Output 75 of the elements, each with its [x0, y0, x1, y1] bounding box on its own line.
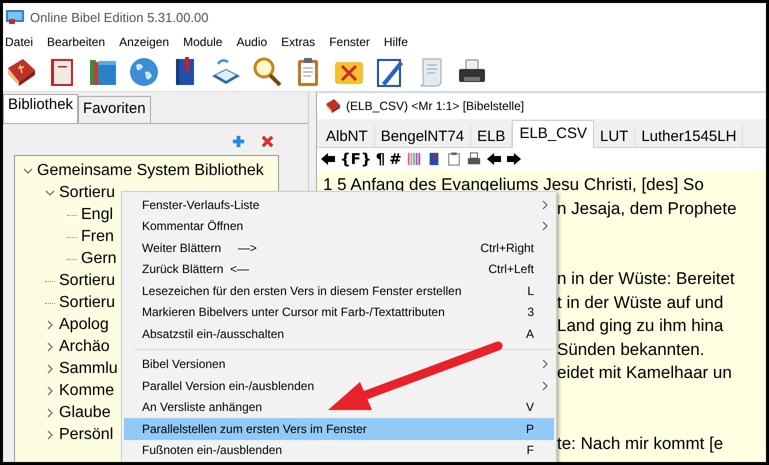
pane-title: (ELB_CSV) <Mr 1:1> [Bibelstelle]	[346, 99, 524, 113]
chevron-right-icon[interactable]	[45, 408, 55, 418]
chevron-right-icon[interactable]	[45, 430, 55, 440]
menu-item[interactable]: Hilfe	[382, 35, 416, 49]
context-menu-item[interactable]: Parallelstellen zum ersten Vers im Fenster P	[124, 418, 554, 440]
globe-icon[interactable]	[128, 56, 160, 88]
tree-item[interactable]: Apolog	[59, 316, 109, 334]
context-menu-item[interactable]: Weiter Blättern —> Ctrl+Right	[124, 237, 554, 258]
version-tab[interactable]: Luther1545LH	[635, 124, 744, 147]
clipboard-icon[interactable]	[446, 152, 462, 166]
verse-text: eidet mit Kamelhaar un	[557, 362, 733, 384]
verse-text: 1 5 Anfang des Evangeliums Jesu Christi, [des] So	[323, 174, 705, 196]
context-menu-item[interactable]: Zurück Blättern <— Ctrl+Left	[124, 258, 554, 280]
context-menu-item[interactable]: An Versliste anhängen V	[124, 396, 554, 418]
context-menu-item[interactable]: Markieren Bibelvers unter Cursor mit Farb-/Textattributen 3	[124, 302, 554, 323]
context-menu-item[interactable]: Kommentar Öffnen	[124, 216, 554, 237]
chevron-down-icon[interactable]	[23, 166, 33, 176]
verse-numbers-button[interactable]: #	[389, 150, 402, 168]
version-tab[interactable]: ELB_CSV	[512, 120, 594, 148]
context-menu-item[interactable]: Fenster-Verlaufs-Liste	[124, 194, 554, 216]
add-icon[interactable]	[231, 134, 246, 149]
verse-text: Land ging zu ihm hina	[557, 315, 724, 337]
menu-item[interactable]: Datei	[3, 35, 42, 49]
tree-item[interactable]: Gemeinsame System Bibliothek	[37, 162, 264, 180]
color-markers-icon[interactable]	[406, 152, 422, 166]
arrow-right-icon[interactable]	[506, 152, 522, 166]
tree-item[interactable]: Sammlu	[59, 360, 118, 378]
menu-item[interactable]: Audio	[234, 35, 276, 49]
bible-icon	[325, 98, 341, 114]
menu-item[interactable]: Fenster	[327, 35, 378, 49]
chevron-down-icon[interactable]	[45, 188, 55, 198]
context-menu-item[interactable]: Lesezeichen für den ersten Vers in diesem Fenster erstellen L	[124, 280, 554, 302]
verse-text: te: Nach mir kommt [e	[557, 432, 724, 454]
verse-text: n Jesaja, dem Prophete	[557, 198, 738, 220]
printer-icon[interactable]	[466, 152, 482, 166]
footnotes-button[interactable]: {F}	[340, 150, 372, 168]
search-icon[interactable]	[251, 56, 283, 88]
verse-text: Sünden bekannten.	[557, 338, 706, 360]
arrow-left-icon[interactable]	[486, 152, 502, 166]
verse-text: n in der Wüste: Bereitet	[557, 268, 736, 290]
tree-item[interactable]: Sortieru	[59, 184, 116, 202]
context-menu-item[interactable]: Bibel Versionen	[124, 354, 554, 375]
version-tab[interactable]: AlbNT	[320, 124, 375, 147]
tree-item[interactable]: Sortieru	[59, 294, 116, 312]
verse-text: t in der Wüste auf und	[557, 292, 724, 314]
tree-item[interactable]: Glaube	[59, 404, 111, 422]
menu-item[interactable]: Module	[181, 35, 230, 49]
app-icon	[6, 9, 24, 25]
delete-icon[interactable]	[260, 134, 275, 149]
menu-item[interactable]: Extras	[279, 35, 324, 49]
context-menu-item[interactable]: Parallel Version ein-/ausblenden	[124, 375, 554, 396]
chevron-right-icon[interactable]	[45, 364, 55, 374]
context-menu-item[interactable]: Fußnoten ein-/ausblenden F	[124, 440, 554, 461]
chevron-right-icon[interactable]	[45, 320, 55, 330]
tree-item[interactable]: Komme	[59, 382, 114, 400]
context-menu-item[interactable]: Absatzstil ein-/ausschalten A	[124, 323, 554, 344]
version-tab[interactable]: BengelNT74	[374, 124, 472, 147]
paragraph-button[interactable]: ¶	[376, 150, 386, 168]
chevron-right-icon[interactable]	[45, 386, 55, 396]
menu-item[interactable]: Anzeigen	[117, 35, 178, 49]
chevron-right-icon[interactable]	[45, 342, 55, 352]
arrow-left-icon[interactable]	[320, 152, 336, 166]
tree-item[interactable]: Gern	[81, 250, 117, 268]
tree-item[interactable]: Archäo	[59, 338, 110, 356]
bible-icon[interactable]	[5, 56, 37, 88]
library-tab[interactable]: Bibliothek	[3, 94, 78, 123]
window-title: Online Bibel Edition 5.31.00.00	[30, 10, 209, 24]
version-tab[interactable]: LUT	[594, 124, 636, 147]
library-tab[interactable]: Favoriten	[78, 96, 151, 123]
tree-item[interactable]: Persönl	[59, 426, 114, 444]
tree-item[interactable]: Engl	[81, 206, 114, 224]
menu-item[interactable]: Bearbeiten	[45, 35, 114, 49]
tree-item[interactable]: Fren	[81, 228, 114, 246]
tree-item[interactable]: Sortieru	[59, 272, 116, 290]
notepad-pen-icon[interactable]	[374, 56, 406, 88]
